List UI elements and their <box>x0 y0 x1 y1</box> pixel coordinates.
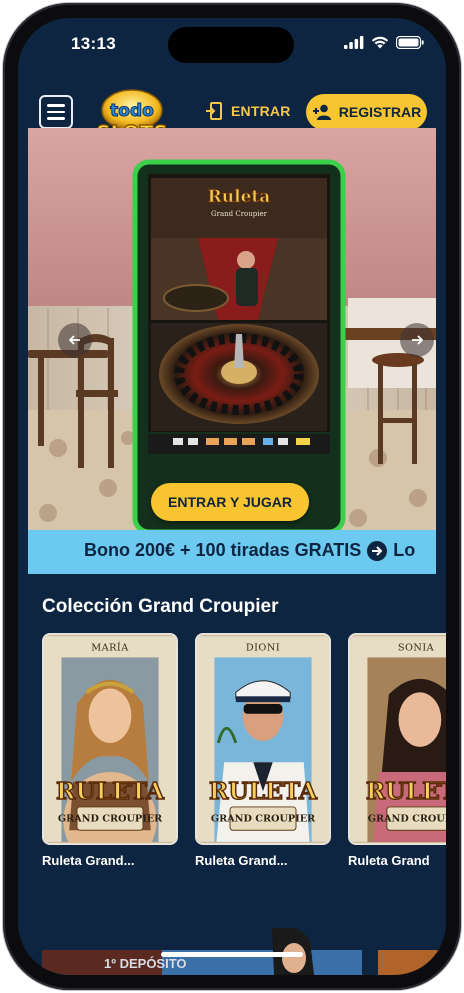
app-screen: 13:13 todo ENTRAR REGISTRAR Ruleta Grand… <box>18 18 446 975</box>
login-label: ENTRAR <box>231 103 291 119</box>
sonia-card-art: SONIA RULETA GRAND CROUPIER <box>350 636 446 842</box>
register-button[interactable]: REGISTRAR <box>306 94 427 130</box>
maria-card-art: MARÍA RULETA GRAND CROUPIER <box>44 636 176 843</box>
hamburger-menu-button[interactable] <box>39 95 73 129</box>
enter-and-play-button[interactable]: ENTRAR Y JUGAR <box>151 483 309 521</box>
game-card-thumbnail: MARÍA RULETA GRAND CROUPIER <box>42 633 178 845</box>
game-card[interactable]: SONIA RULETA GRAND CROUPIER Ruleta Grand <box>348 633 446 868</box>
signal-icon <box>344 36 364 49</box>
deposit-banner-text: 1º DEPÓSITO <box>104 956 187 971</box>
battery-icon <box>396 36 424 49</box>
croupier-name: SONIA <box>398 643 435 654</box>
login-button[interactable]: ENTRAR <box>205 102 291 120</box>
status-icons <box>344 36 424 49</box>
promo-text: Bono 200€ + 100 tiradas GRATIS <box>84 540 362 560</box>
arrow-left-icon <box>69 335 80 345</box>
menu-line <box>47 117 65 120</box>
menu-line <box>47 104 65 107</box>
menu-line <box>47 110 65 114</box>
croupier-name: MARÍA <box>91 642 129 654</box>
wifi-icon <box>371 36 389 49</box>
status-bar: 13:13 <box>18 18 446 68</box>
machine-subtitle: Grand Croupier <box>211 210 268 218</box>
logo-text-top: todo <box>110 101 154 121</box>
promo-ribbon[interactable]: Bono 200€ + 100 tiradas GRATIS Lo <box>28 530 436 574</box>
home-indicator[interactable] <box>161 952 303 957</box>
promo-marquee: Bono 200€ + 100 tiradas GRATIS Lo <box>84 540 415 561</box>
game-card-title: Ruleta Grand... <box>42 853 135 868</box>
enter-and-play-label: ENTRAR Y JUGAR <box>168 494 292 510</box>
status-time: 13:13 <box>71 34 116 53</box>
collection-carousel[interactable]: MARÍA RULETA GRAND CROUPIER Ruleta Grand… <box>42 633 446 873</box>
card-logo-sub: GRAND CROUPIER <box>58 814 163 825</box>
arrow-right-icon <box>412 335 423 345</box>
collection-title: Colección Grand Croupier <box>42 596 279 617</box>
phone-frame: 13:13 todo ENTRAR REGISTRAR Ruleta Grand… <box>3 3 461 990</box>
login-door-icon <box>206 102 222 120</box>
add-user-icon <box>312 104 331 120</box>
promo-text-tail: Lo <box>393 540 416 560</box>
game-card[interactable]: DIONI RULETA GRAND CROUPIER Ruleta Grand… <box>195 633 331 868</box>
card-logo-word: RULETA <box>56 778 165 805</box>
register-label: REGISTRAR <box>338 104 422 120</box>
hero-carousel[interactable]: Ruleta Grand Croupier ENTRAR Y JUGAR <box>28 128 436 530</box>
hero-illustration: Ruleta Grand Croupier <box>28 128 436 530</box>
card-logo-word: RULETA <box>209 778 318 805</box>
dynamic-island <box>168 27 294 63</box>
dioni-card-art: DIONI RULETA GRAND CROUPIER <box>197 636 329 842</box>
machine-title: Ruleta <box>208 187 271 207</box>
game-card-thumbnail: SONIA RULETA GRAND CROUPIER <box>348 633 446 845</box>
game-card-thumbnail: DIONI RULETA GRAND CROUPIER <box>195 633 331 845</box>
card-logo-sub: GRAND CROUPIER <box>211 814 316 825</box>
game-card[interactable]: MARÍA RULETA GRAND CROUPIER Ruleta Grand… <box>42 633 178 868</box>
card-logo-sub: GRAND CROUPIER <box>368 814 446 825</box>
croupier-name: DIONI <box>246 643 280 654</box>
carousel-next-button[interactable] <box>400 323 434 357</box>
game-card-title: Ruleta Grand... <box>195 853 288 868</box>
game-card-title: Ruleta Grand <box>348 853 430 868</box>
carousel-prev-button[interactable] <box>58 323 92 357</box>
card-logo-word: RULETA <box>366 778 446 805</box>
arrow-circle-right-icon <box>367 540 388 561</box>
